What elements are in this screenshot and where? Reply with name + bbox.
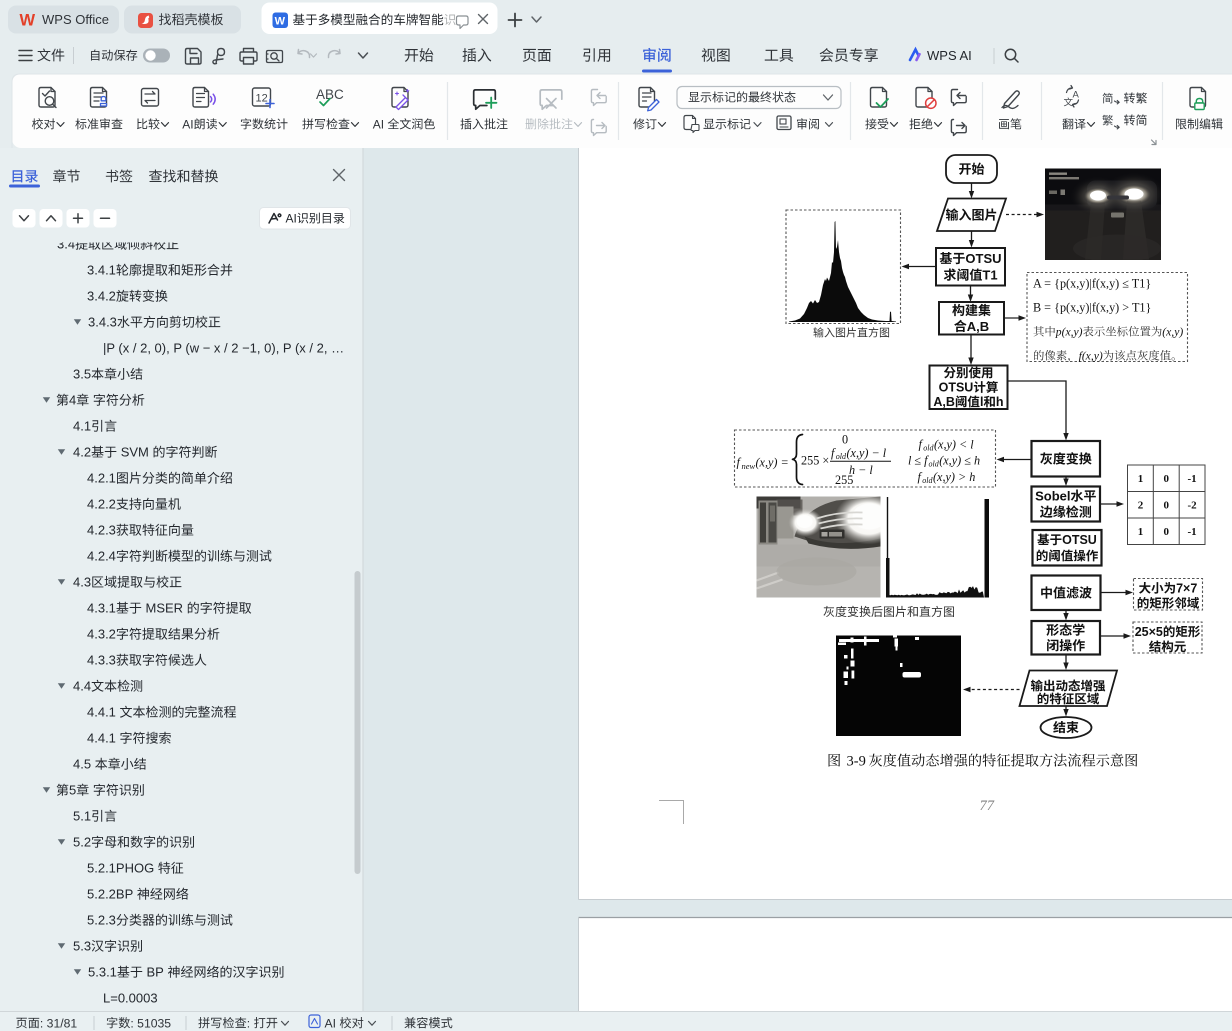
svg-text:(x,y) ≤ h: (x,y) ≤ h bbox=[939, 454, 980, 468]
svg-text:OTSU: OTSU bbox=[965, 251, 1001, 266]
svg-text:5.1: 5.1 bbox=[73, 809, 91, 824]
svg-text:4.1: 4.1 bbox=[73, 419, 91, 434]
svg-text:: 31/81: : 31/81 bbox=[40, 1016, 77, 1030]
svg-text:255: 255 bbox=[835, 473, 853, 487]
svg-text:12: 12 bbox=[256, 93, 268, 105]
svg-text:MSER: MSER bbox=[142, 601, 187, 616]
svg-text:OTSU: OTSU bbox=[1062, 533, 1097, 547]
svg-text:7×7: 7×7 bbox=[1176, 582, 1197, 596]
svg-text:4.2.3: 4.2.3 bbox=[87, 523, 116, 538]
svg-text:77: 77 bbox=[980, 798, 995, 814]
svg-text:0: 0 bbox=[1164, 473, 1170, 485]
svg-text:-2: -2 bbox=[1188, 500, 1198, 512]
svg-text:4.3.2: 4.3.2 bbox=[87, 627, 116, 642]
svg-text:2: 2 bbox=[1138, 500, 1144, 512]
svg-text:1: 1 bbox=[1138, 526, 1144, 538]
svg-text:old: old bbox=[836, 452, 847, 461]
svg-text:(x,y) < l: (x,y) < l bbox=[934, 438, 974, 452]
svg-text:W: W bbox=[20, 12, 36, 30]
svg-text:h: h bbox=[996, 395, 1004, 409]
svg-text:p(x,y): p(x,y) bbox=[1055, 326, 1083, 339]
svg-text:4.3: 4.3 bbox=[73, 575, 91, 590]
svg-text:A: A bbox=[1073, 90, 1080, 101]
svg-text:0: 0 bbox=[1164, 526, 1170, 538]
svg-text:AI: AI bbox=[286, 212, 297, 226]
svg-text:WPS Office: WPS Office bbox=[42, 12, 109, 27]
svg-text:new: new bbox=[742, 461, 756, 471]
svg-text:4.4: 4.4 bbox=[73, 679, 91, 694]
svg-text:A = {p(x,y)|f(x,y) ≤ T1}: A = {p(x,y)|f(x,y) ≤ T1} bbox=[1033, 277, 1151, 291]
svg-text:0: 0 bbox=[842, 433, 848, 447]
svg-text:Sobel: Sobel bbox=[1035, 489, 1070, 504]
svg-text:4.2.1: 4.2.1 bbox=[87, 471, 116, 486]
svg-text:4: 4 bbox=[69, 393, 76, 408]
svg-text:4.4.1: 4.4.1 bbox=[87, 705, 120, 720]
svg-text:SVM: SVM bbox=[117, 445, 152, 460]
svg-text:(x,y) − l: (x,y) − l bbox=[847, 446, 887, 460]
svg-text:5.2.3: 5.2.3 bbox=[87, 913, 116, 928]
svg-text:(x,y) =: (x,y) = bbox=[756, 456, 792, 470]
svg-text:(x,y) > h: (x,y) > h bbox=[933, 470, 975, 484]
svg-text:AI: AI bbox=[325, 1016, 340, 1030]
svg-text:3.4.1: 3.4.1 bbox=[87, 263, 116, 278]
svg-text:|P (x / 2, 0), P (w − x / 2 −1: |P (x / 2, 0), P (w − x / 2 −1, 0), P (x… bbox=[103, 341, 344, 356]
svg-text:f(x,y): f(x,y) bbox=[1079, 350, 1103, 363]
svg-text:3.5: 3.5 bbox=[73, 367, 91, 382]
svg-text:AI: AI bbox=[373, 117, 388, 131]
svg-text:(x,y): (x,y) bbox=[1162, 326, 1183, 339]
svg-text:5.3.1: 5.3.1 bbox=[88, 965, 117, 980]
svg-text:5.2.2BP: 5.2.2BP bbox=[87, 887, 137, 902]
svg-text:B = {p(x,y)|f(x,y) > T1}: B = {p(x,y)|f(x,y) > T1} bbox=[1033, 301, 1151, 315]
svg-text:-1: -1 bbox=[1188, 526, 1197, 538]
svg-text:1: 1 bbox=[1138, 473, 1144, 485]
svg-text:5.2.1PHOG: 5.2.1PHOG bbox=[87, 861, 158, 876]
svg-text:4.2: 4.2 bbox=[73, 445, 91, 460]
svg-text:3.4.2: 3.4.2 bbox=[87, 289, 116, 304]
svg-text:OTSU: OTSU bbox=[939, 381, 974, 395]
svg-text:3.4.3: 3.4.3 bbox=[88, 315, 117, 330]
svg-text:4.5: 4.5 bbox=[73, 757, 95, 772]
svg-text:BP: BP bbox=[143, 965, 167, 980]
svg-text:25×5: 25×5 bbox=[1135, 625, 1163, 639]
svg-text:4.2.4: 4.2.4 bbox=[87, 549, 116, 564]
svg-text:l ≤ f: l ≤ f bbox=[908, 454, 929, 468]
svg-text:: 51035: : 51035 bbox=[130, 1016, 171, 1030]
svg-text:5.2: 5.2 bbox=[73, 835, 91, 850]
svg-text:A,B: A,B bbox=[967, 319, 989, 334]
svg-text:l: l bbox=[980, 395, 983, 409]
svg-text:AI: AI bbox=[182, 117, 193, 131]
svg-text:W: W bbox=[275, 15, 286, 27]
svg-text:-1: -1 bbox=[1188, 473, 1197, 485]
svg-text:T1: T1 bbox=[982, 268, 997, 283]
svg-text:5: 5 bbox=[69, 783, 76, 798]
svg-text:4.3.3: 4.3.3 bbox=[87, 653, 116, 668]
svg-text:4.4.1: 4.4.1 bbox=[87, 731, 120, 746]
svg-text:0: 0 bbox=[1164, 500, 1170, 512]
svg-text:4.2.2: 4.2.2 bbox=[87, 497, 116, 512]
svg-text:old: old bbox=[923, 444, 934, 453]
svg-text::: : bbox=[247, 1016, 254, 1030]
svg-text:WPS AI: WPS AI bbox=[927, 48, 972, 63]
svg-text:5.3: 5.3 bbox=[73, 939, 91, 954]
svg-text:L=0.0003: L=0.0003 bbox=[103, 991, 158, 1006]
svg-text:4.3.1: 4.3.1 bbox=[87, 601, 116, 616]
svg-text:old: old bbox=[922, 476, 933, 485]
svg-text:A,B: A,B bbox=[933, 395, 955, 409]
svg-text:ABC: ABC bbox=[316, 87, 344, 102]
svg-text:255 ×: 255 × bbox=[801, 454, 829, 468]
svg-text:3-9: 3-9 bbox=[847, 754, 866, 770]
svg-text:old: old bbox=[929, 460, 940, 469]
